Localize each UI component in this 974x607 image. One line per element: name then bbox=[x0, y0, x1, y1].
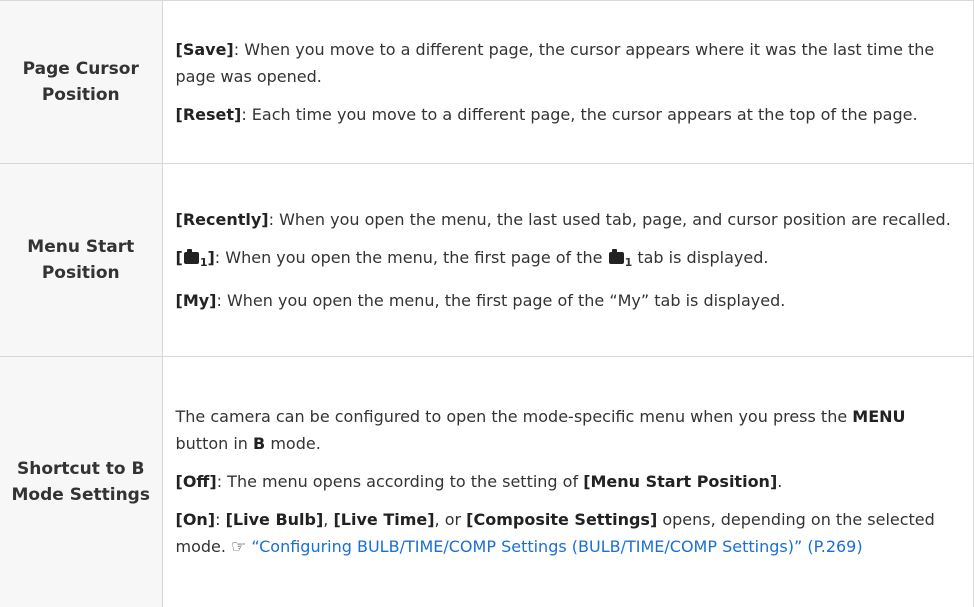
row-description: The camera can be configured to open the… bbox=[161, 356, 974, 607]
table-row: Menu Start Position [Recently]: When you… bbox=[0, 163, 974, 357]
menu-button-label: MENU bbox=[852, 406, 906, 426]
option-text: : When you open the menu, the first page… bbox=[214, 248, 608, 267]
option-my: [My]: When you open the menu, the first … bbox=[176, 287, 962, 314]
row-label: Page Cursor Position bbox=[0, 0, 162, 164]
option-save: [Save]: When you move to a different pag… bbox=[176, 36, 962, 90]
reference-link[interactable]: “Configuring BULB/TIME/COMP Settings (BU… bbox=[251, 537, 862, 556]
option-shooting-tab: [1]: When you open the menu, the first p… bbox=[175, 248, 769, 269]
option-key: [Off] bbox=[175, 471, 217, 491]
table-row: Shortcut to B Mode Settings The camera c… bbox=[0, 356, 974, 607]
option-text: : When you open the menu, the first page… bbox=[216, 291, 786, 310]
table-row: Page Cursor Position [Save]: When you mo… bbox=[0, 0, 974, 164]
mode-label: B bbox=[253, 433, 266, 453]
row-description: [Recently]: When you open the menu, the … bbox=[161, 163, 974, 357]
option-text: : Each time you move to a different page… bbox=[241, 105, 918, 124]
option-off: [Off]: The menu opens according to the s… bbox=[175, 471, 783, 491]
option-reset: [Reset]: Each time you move to a differe… bbox=[176, 101, 962, 128]
settings-table: Page Cursor Position [Save]: When you mo… bbox=[0, 0, 974, 607]
intro-text: The camera can be configured to open the… bbox=[175, 406, 906, 453]
row-label: Shortcut to B Mode Settings bbox=[0, 356, 162, 607]
option-text: : When you open the menu, the last used … bbox=[268, 210, 951, 229]
option-key: [1] bbox=[175, 248, 215, 269]
camera-icon bbox=[183, 249, 199, 264]
option-on: [On]: [Live Bulb], [Live Time], or [Comp… bbox=[175, 509, 935, 557]
option-text: : When you move to a different page, the… bbox=[175, 40, 935, 86]
row-label: Menu Start Position bbox=[0, 163, 162, 357]
reference-icon: ☞ bbox=[231, 536, 247, 557]
row-description: [Save]: When you move to a different pag… bbox=[161, 0, 974, 164]
option-key: [My] bbox=[175, 291, 217, 310]
option-key: [On] bbox=[175, 509, 216, 529]
option-recently: [Recently]: When you open the menu, the … bbox=[176, 206, 962, 233]
option-key: [Reset] bbox=[175, 105, 242, 124]
option-key: [Save] bbox=[175, 40, 234, 59]
option-text: tab is displayed. bbox=[632, 248, 769, 267]
option-key: [Recently] bbox=[175, 210, 269, 229]
camera-icon bbox=[608, 249, 624, 264]
